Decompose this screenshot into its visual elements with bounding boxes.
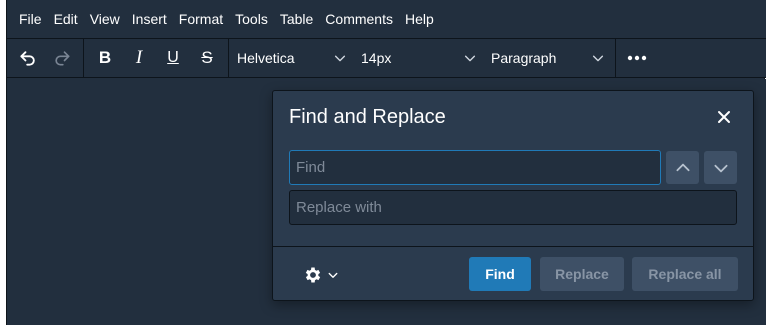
menu-insert[interactable]: Insert	[126, 4, 173, 34]
font-size-select[interactable]: 14px	[355, 43, 485, 73]
dialog-header: Find and Replace	[273, 91, 753, 143]
undo-button[interactable]	[11, 43, 45, 73]
menu-tools[interactable]: Tools	[229, 4, 274, 34]
menu-file[interactable]: File	[13, 4, 48, 34]
find-button[interactable]: Find	[469, 257, 531, 291]
menu-format[interactable]: Format	[173, 4, 229, 34]
formatting-group: B I U S	[84, 39, 229, 77]
more-icon	[627, 55, 647, 61]
menu-help[interactable]: Help	[399, 4, 440, 34]
replace-button[interactable]: Replace	[540, 257, 624, 291]
editor: File Edit View Insert Format Tools Table…	[6, 0, 766, 325]
close-button[interactable]	[711, 104, 737, 130]
redo-button[interactable]	[45, 43, 79, 73]
find-next-button[interactable]	[704, 151, 737, 184]
menu-table[interactable]: Table	[274, 4, 319, 34]
redo-icon	[55, 51, 70, 66]
find-previous-button[interactable]	[666, 151, 699, 184]
chevron-down-icon	[592, 55, 604, 62]
undo-icon	[20, 51, 35, 66]
history-group	[7, 39, 84, 77]
select-group: Helvetica 14px Paragraph	[229, 39, 616, 77]
dialog-title: Find and Replace	[289, 105, 446, 128]
chevron-down-icon	[713, 164, 728, 172]
more-button[interactable]	[620, 43, 654, 73]
strikethrough-button[interactable]: S	[190, 43, 224, 73]
toolbar: B I U S Helvetica 14px Paragraph	[7, 39, 766, 78]
more-group	[616, 39, 658, 77]
underline-button[interactable]: U	[156, 43, 190, 73]
find-input[interactable]	[289, 150, 661, 185]
menu-comments[interactable]: Comments	[319, 4, 399, 34]
close-icon	[718, 111, 730, 123]
gear-icon	[305, 267, 321, 282]
chevron-down-icon	[334, 55, 346, 62]
preferences-menu-button[interactable]	[303, 265, 339, 285]
font-family-select[interactable]: Helvetica	[231, 43, 355, 73]
chevron-up-icon	[675, 163, 690, 171]
replace-all-button[interactable]: Replace all	[632, 257, 738, 291]
font-family-value: Helvetica	[237, 50, 295, 66]
menu-edit[interactable]: Edit	[48, 4, 84, 34]
bold-button[interactable]: B	[88, 43, 122, 73]
menubar: File Edit View Insert Format Tools Table…	[7, 0, 766, 39]
find-replace-dialog: Find and Replace Find Replace Replace al…	[272, 90, 754, 301]
block-format-select[interactable]: Paragraph	[485, 43, 613, 73]
chevron-down-icon	[328, 272, 338, 278]
chevron-down-icon	[464, 55, 476, 62]
font-size-value: 14px	[361, 50, 392, 66]
block-format-value: Paragraph	[491, 50, 557, 66]
replace-input[interactable]	[289, 190, 737, 225]
italic-button[interactable]: I	[122, 43, 156, 73]
menu-view[interactable]: View	[84, 4, 126, 34]
